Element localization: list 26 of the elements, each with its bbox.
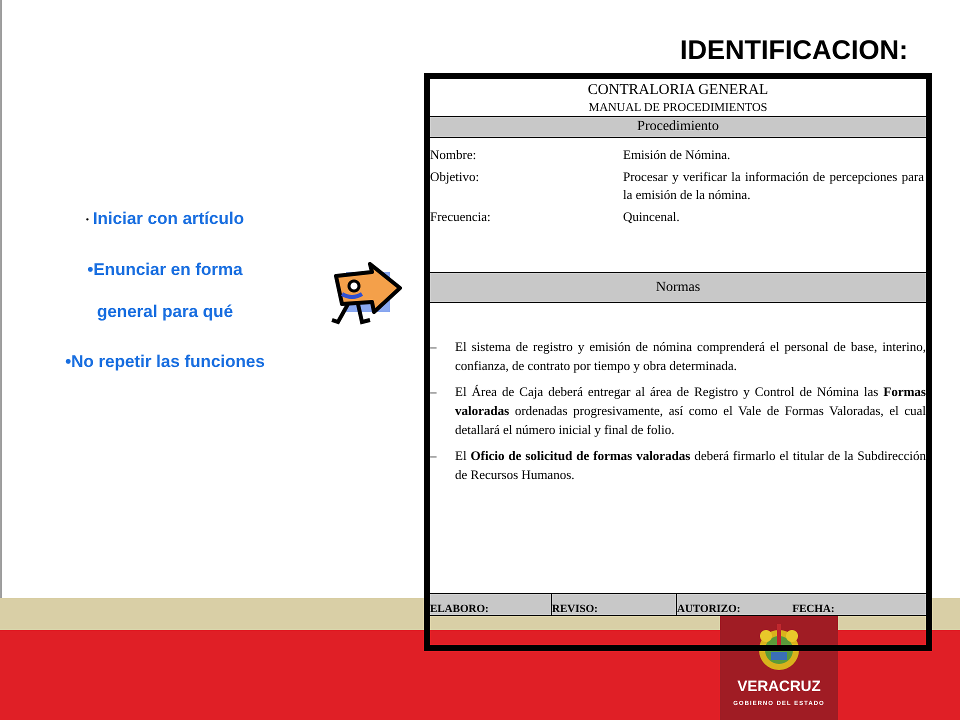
header-subtitle: MANUAL DE PROCEDIMIENTOS <box>588 99 768 115</box>
logo-name: VERACRUZ <box>737 678 821 696</box>
section-header: Procedimiento <box>430 117 926 138</box>
bullet-text: •Enunciar en forma <box>87 258 243 281</box>
field-label: Frecuencia: <box>430 208 492 226</box>
bullet-text: •No repetir las funciones <box>65 350 265 373</box>
header-title: CONTRALORIA GENERAL <box>588 81 768 99</box>
signature-label: REVISO: <box>552 603 598 615</box>
signature-label: FECHA: <box>792 603 835 615</box>
dash-marker: – <box>430 338 438 356</box>
field-value: Quincenal. <box>623 208 681 226</box>
field-label: Objetivo: <box>430 168 480 186</box>
bullet-text: general para qué <box>96 300 234 323</box>
dash-marker: – <box>430 447 438 465</box>
norm-text: El sistema de registro y emisión de nómina comprenderá el personal de base, interino, confianza, de contrato por tiempo y obra determinada. <box>455 338 926 375</box>
section-header: Normas <box>430 273 926 303</box>
norm-text: El Oficio de solicitud de formas valoradas deberá firmarlo el titular de la Subdirección de Recursos Humanos. <box>455 447 926 484</box>
signature-label: AUTORIZO: <box>677 603 740 615</box>
bullet-text: • Iniciar con artículo <box>86 208 244 230</box>
dash-marker: – <box>430 383 438 401</box>
norm-text: El Área de Caja deberá entregar al área de Registro y Control de Nómina las Formas valoradas ordenadas progresivamente, así como el Vale de Formas Valoradas, el cual detallará el número inicial y final de folio. <box>455 383 926 439</box>
field-label: Nombre: <box>430 146 478 164</box>
field-value: Emisión de Nómina. <box>623 146 732 164</box>
signature-label: ELABORO: <box>430 603 489 615</box>
field-value: Procesar y verificar la información de percepciones para la emisión de la nómina. <box>623 168 925 204</box>
slide-title: IDENTIFICACION: <box>680 34 908 67</box>
